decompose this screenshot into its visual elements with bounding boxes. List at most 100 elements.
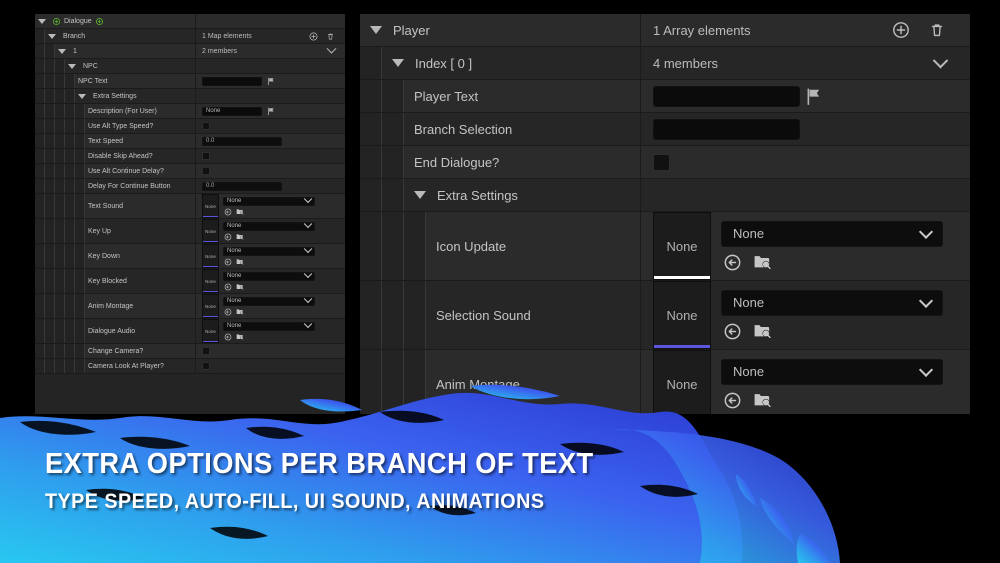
row-label-end-dialogue: End Dialogue? [414, 154, 500, 170]
asset-thumbnail[interactable]: None [202, 194, 219, 218]
indent-guide [65, 149, 75, 163]
browse-back-icon[interactable] [224, 283, 232, 291]
number-input[interactable]: 0.0 [202, 136, 282, 146]
asset-thumbnail[interactable]: None [653, 212, 711, 280]
expand-triangle-icon[interactable] [58, 48, 66, 54]
add-icon[interactable] [892, 21, 910, 39]
row-value-cell [195, 149, 345, 163]
indent-guide [55, 89, 65, 103]
row-value-cell: 4 members [640, 47, 970, 79]
asset-controls: None [223, 244, 315, 266]
row-value-cell: None None [195, 269, 345, 293]
checkbox-input[interactable] [653, 153, 670, 171]
asset-thumbnail[interactable]: None [202, 269, 219, 293]
browse-back-icon[interactable] [224, 333, 232, 341]
asset-dropdown[interactable]: None [223, 244, 315, 256]
indent-guide [65, 194, 75, 218]
add-icon[interactable] [309, 32, 318, 41]
indent-guides [35, 359, 85, 373]
asset-dropdown[interactable]: None [223, 294, 315, 306]
screenshot-root: Dialogue Branch 1 Map elements 1 2 members NP… [0, 0, 1000, 563]
row-name-cell: Branch Selection [404, 113, 640, 145]
checkbox-input[interactable] [202, 152, 210, 160]
asset-dropdown[interactable]: None [721, 358, 943, 385]
indent-guide [55, 179, 65, 193]
checkbox-input[interactable] [202, 362, 210, 370]
browse-back-icon[interactable] [224, 308, 232, 316]
indent-guide [55, 359, 65, 373]
trash-icon[interactable] [928, 21, 946, 39]
browse-folder-icon[interactable] [753, 322, 772, 341]
row-value-cell: 1 Map elements [195, 29, 345, 43]
flag-icon [267, 107, 275, 116]
player-details-panel: Player 1 Array elements Index [ 0 ] 4 membe… [360, 14, 970, 414]
indent-guide [65, 219, 75, 243]
chevron-down-icon [303, 244, 313, 254]
browse-folder-icon[interactable] [236, 308, 244, 316]
asset-thumbnail[interactable]: None [202, 244, 219, 268]
expand-triangle-icon[interactable] [68, 63, 76, 69]
indent-guide [360, 179, 382, 211]
checkbox-input[interactable] [202, 347, 210, 355]
trash-icon[interactable] [326, 32, 335, 41]
browse-folder-icon[interactable] [236, 258, 244, 266]
text-input[interactable] [653, 85, 800, 107]
chevron-down-icon[interactable] [932, 52, 949, 68]
asset-dropdown[interactable]: None [223, 194, 315, 206]
browse-folder-icon[interactable] [236, 283, 244, 291]
row-label-npc: NPC [83, 62, 98, 70]
checkbox-input[interactable] [202, 122, 210, 130]
expand-triangle-icon[interactable] [414, 191, 426, 199]
asset-thumbnail[interactable]: None [653, 350, 711, 414]
row-label-use-alt-type-speed: Use Alt Type Speed? [88, 122, 154, 130]
expand-triangle-icon[interactable] [392, 59, 404, 67]
browse-back-icon[interactable] [723, 322, 742, 341]
browse-back-icon[interactable] [224, 258, 232, 266]
number-input[interactable]: 0.0 [202, 181, 282, 191]
browse-back-icon[interactable] [224, 208, 232, 216]
checkbox-input[interactable] [202, 167, 210, 175]
browse-back-icon[interactable] [224, 233, 232, 241]
expand-triangle-icon[interactable] [370, 26, 382, 34]
text-input[interactable] [202, 76, 262, 86]
expand-triangle-icon[interactable] [78, 93, 86, 99]
row-value-cell: 0.0 [195, 179, 345, 193]
browse-folder-icon[interactable] [236, 333, 244, 341]
flag-icon [805, 87, 822, 106]
indent-guides [35, 294, 85, 318]
table-row: Player Text [360, 80, 970, 113]
expand-triangle-icon[interactable] [48, 33, 56, 39]
text-input[interactable]: None [202, 106, 262, 116]
asset-controls: None [223, 319, 315, 341]
asset-dropdown[interactable]: None [721, 289, 943, 316]
header-value: 1 Array elements [653, 21, 970, 39]
asset-thumbnail[interactable]: None [202, 294, 219, 318]
expand-triangle-icon[interactable] [38, 18, 46, 24]
row-name-cell: Index [ 0 ] [382, 47, 640, 79]
asset-thumbnail[interactable]: None [202, 219, 219, 243]
chevron-down-icon[interactable] [326, 43, 337, 54]
asset-thumbnail[interactable]: None [653, 281, 711, 349]
row-name-cell: Icon Update [426, 212, 640, 280]
browse-back-icon[interactable] [723, 391, 742, 410]
indent-guide [75, 319, 85, 343]
asset-dropdown[interactable]: None [223, 269, 315, 281]
asset-picker: None None [202, 194, 315, 218]
row-name-cell: Text Sound [85, 194, 195, 218]
indent-guides [35, 219, 85, 243]
row-value-cell: None None [195, 194, 345, 218]
browse-back-icon[interactable] [723, 253, 742, 272]
header-action-icons [326, 43, 345, 55]
text-input[interactable] [653, 118, 800, 140]
row-name-cell: Player Text [404, 80, 640, 112]
browse-folder-icon[interactable] [236, 208, 244, 216]
row-value-cell: None [195, 104, 345, 118]
asset-thumbnail[interactable]: None [202, 319, 219, 343]
asset-dropdown[interactable]: None [721, 220, 943, 247]
browse-folder-icon[interactable] [753, 391, 772, 410]
browse-folder-icon[interactable] [236, 233, 244, 241]
browse-folder-icon[interactable] [753, 253, 772, 272]
asset-dropdown[interactable]: None [223, 219, 315, 231]
indent-guide [35, 164, 45, 178]
asset-dropdown[interactable]: None [223, 319, 315, 331]
